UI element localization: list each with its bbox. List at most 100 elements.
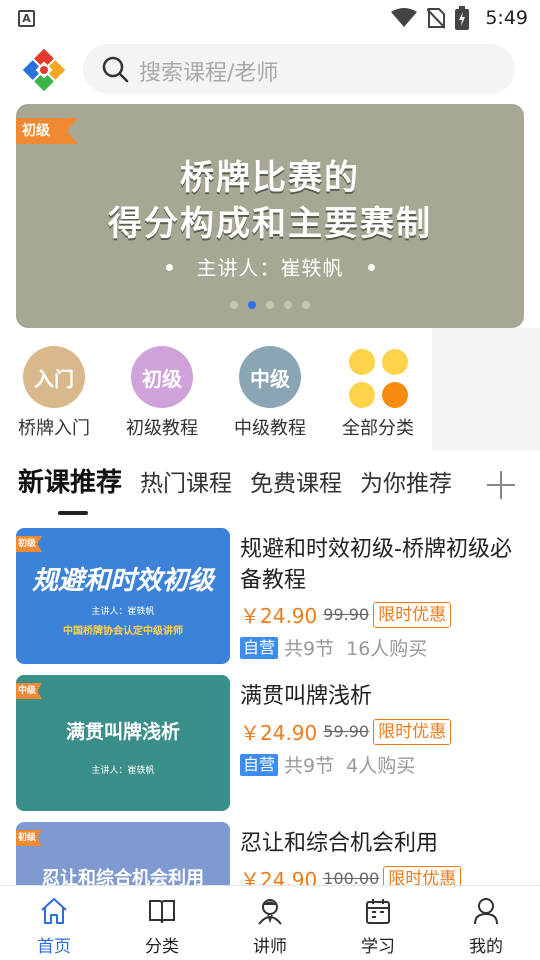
course-title: 规避和时效初级-桥牌初级必备教程 xyxy=(240,537,512,593)
app-logo[interactable] xyxy=(20,46,68,94)
bottom-navigation: 首页 分类 讲师 学习 我的 xyxy=(0,885,540,960)
level-tag: 初级 xyxy=(16,830,42,846)
bullet-icon xyxy=(367,264,375,271)
search-bar[interactable]: 搜索课程/老师 xyxy=(83,44,515,94)
course-title: 满贯叫牌浅析 xyxy=(240,684,373,709)
category-label: 桥牌入门 xyxy=(18,418,90,439)
promo-badge: 限时优惠 xyxy=(383,865,462,885)
nav-label: 分类 xyxy=(145,937,179,957)
tab-indicator xyxy=(58,511,88,515)
carousel-indicator xyxy=(16,301,524,309)
status-icons: 5:49 xyxy=(391,6,528,30)
grid-icon xyxy=(347,346,409,408)
calendar-icon xyxy=(366,899,390,924)
book-icon xyxy=(149,900,175,924)
side-strip xyxy=(432,328,540,450)
course-thumbnail: 初级 规避和时效初级 主讲人：崔轶帆 中国桥牌协会认定中级讲师 xyxy=(16,528,230,664)
carousel-dot[interactable] xyxy=(230,301,238,309)
thumb-speaker: 主讲人：崔轶帆 xyxy=(91,607,155,617)
price-row: ￥24.90 100.00 限时优惠 xyxy=(240,864,462,885)
category-label: 初级教程 xyxy=(126,418,198,439)
banner-title-line1: 桥牌比赛的 xyxy=(180,158,360,198)
promo-badge: 限时优惠 xyxy=(373,601,452,628)
course-card[interactable]: 初级 忍让和综合机会利用 忍让和综合机会利用 ￥24.90 100.00 限时优… xyxy=(16,822,524,885)
original-price: 59.90 xyxy=(323,722,370,741)
category-elementary[interactable]: 初级 初级教程 xyxy=(114,346,210,440)
category-badge: 中级 xyxy=(250,366,290,391)
course-tabs: 新课推荐 热门课程 免费课程 为你推荐 xyxy=(18,462,470,502)
tab-free-courses[interactable]: 免费课程 xyxy=(250,464,342,498)
price: ￥24.90 xyxy=(240,868,318,885)
buyer-count: 16人购买 xyxy=(346,638,428,660)
buyer-count: 4人购买 xyxy=(346,755,416,777)
original-price: 100.00 xyxy=(323,869,380,885)
person-icon xyxy=(474,898,498,925)
nav-home[interactable]: 首页 xyxy=(0,886,108,960)
nav-label: 首页 xyxy=(37,937,71,957)
banner-speaker-text: 主讲人：崔轶帆 xyxy=(196,256,344,280)
tab-recommended[interactable]: 为你推荐 xyxy=(360,464,452,498)
clock: 5:49 xyxy=(485,7,528,29)
level-tag: 初级 xyxy=(16,536,42,552)
thumb-speaker: 主讲人：崔轶帆 xyxy=(91,766,155,776)
nav-label: 讲师 xyxy=(253,937,287,957)
category-all[interactable]: 全部分类 xyxy=(330,346,426,440)
battery-icon xyxy=(455,6,470,30)
self-operated-badge: 自营 xyxy=(240,636,279,659)
nav-profile[interactable]: 我的 xyxy=(432,886,540,960)
nav-category[interactable]: 分类 xyxy=(108,886,216,960)
nav-label: 学习 xyxy=(361,937,395,957)
teacher-icon xyxy=(258,899,282,925)
lesson-count: 共9节 xyxy=(284,638,335,660)
level-tag: 初级 xyxy=(16,118,78,144)
course-card[interactable]: 初级 规避和时效初级 主讲人：崔轶帆 中国桥牌协会认定中级讲师 规避和时效初级-… xyxy=(16,528,524,664)
tab-hot-courses[interactable]: 热门课程 xyxy=(140,464,232,498)
course-meta: 自营 共9节 16人购买 xyxy=(240,634,427,661)
thumb-title: 满贯叫牌浅析 xyxy=(65,721,180,743)
carousel-dot[interactable] xyxy=(284,301,292,309)
course-title: 忍让和综合机会利用 xyxy=(240,831,439,856)
course-meta: 自营 共9节 4人购买 xyxy=(240,751,415,778)
thumb-title: 规避和时效初级 xyxy=(31,566,214,596)
status-bar: A 5:49 xyxy=(0,0,540,36)
wifi-icon xyxy=(391,8,418,27)
no-sim-icon xyxy=(427,8,446,29)
self-operated-badge: 自营 xyxy=(240,753,279,776)
course-thumbnail: 中级 满贯叫牌浅析 主讲人：崔轶帆 xyxy=(16,675,230,811)
tab-new-courses[interactable]: 新课推荐 xyxy=(18,462,122,499)
nav-label: 我的 xyxy=(469,937,503,957)
carousel-dot[interactable] xyxy=(266,301,274,309)
nav-study[interactable]: 学习 xyxy=(324,886,432,960)
category-beginner[interactable]: 入门 桥牌入门 xyxy=(6,346,102,440)
lesson-count: 共9节 xyxy=(284,755,335,777)
thumb-note: 中国桥牌协会认定中级讲师 xyxy=(63,626,183,637)
nav-teacher[interactable]: 讲师 xyxy=(216,886,324,960)
price-row: ￥24.90 99.90 限时优惠 xyxy=(240,600,452,629)
notification-icon: A xyxy=(18,10,35,27)
add-tab-icon[interactable] xyxy=(487,470,517,500)
course-card[interactable]: 中级 满贯叫牌浅析 主讲人：崔轶帆 满贯叫牌浅析 ￥24.90 59.90 限时… xyxy=(16,675,524,811)
thumb-title: 忍让和综合机会利用 xyxy=(42,868,204,885)
carousel-dot[interactable] xyxy=(302,301,310,309)
banner-speaker: 主讲人：崔轶帆 xyxy=(16,252,524,281)
category-badge: 入门 xyxy=(34,366,74,391)
price-row: ￥24.90 59.90 限时优惠 xyxy=(240,717,452,746)
promo-badge: 限时优惠 xyxy=(373,718,452,745)
search-icon xyxy=(102,56,129,83)
search-placeholder: 搜索课程/老师 xyxy=(139,61,279,86)
level-tag: 中级 xyxy=(16,683,42,699)
price: ￥24.90 xyxy=(240,604,318,628)
banner-title-line2: 得分构成和主要赛制 xyxy=(108,204,432,244)
home-icon xyxy=(41,898,67,924)
category-intermediate[interactable]: 中级 中级教程 xyxy=(222,346,318,440)
course-thumbnail: 初级 忍让和综合机会利用 xyxy=(16,822,230,885)
category-label: 全部分类 xyxy=(342,418,414,439)
original-price: 99.90 xyxy=(323,605,370,624)
category-label: 中级教程 xyxy=(234,418,306,439)
carousel-dot[interactable] xyxy=(248,301,256,309)
bullet-icon xyxy=(165,264,173,271)
elementary-icon: 初级 xyxy=(131,346,193,408)
price: ￥24.90 xyxy=(240,721,318,745)
promo-banner[interactable]: 初级 桥牌比赛的 得分构成和主要赛制 主讲人：崔轶帆 xyxy=(16,104,524,328)
beginner-icon: 入门 xyxy=(23,346,85,408)
